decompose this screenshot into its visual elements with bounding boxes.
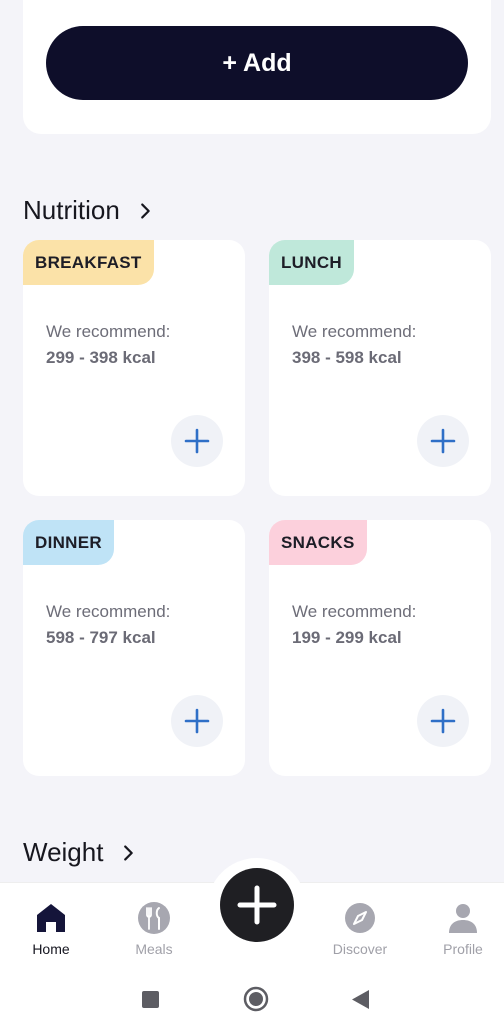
plus-icon (430, 708, 456, 734)
add-dinner-button[interactable] (171, 695, 223, 747)
plus-icon (237, 885, 277, 925)
recommend-label: We recommend: (46, 602, 171, 621)
kcal-range: 199 - 299 kcal (292, 628, 402, 647)
meal-card-breakfast[interactable]: BREAKFAST We recommend: 299 - 398 kcal (23, 240, 245, 496)
nav-meals-label: Meals (135, 941, 173, 957)
back-button[interactable] (352, 990, 370, 1014)
compass-icon (343, 901, 377, 935)
nav-profile-label: Profile (443, 941, 483, 957)
plus-icon (430, 428, 456, 454)
user-icon (446, 901, 480, 935)
nutrition-title: Nutrition (23, 195, 120, 225)
recents-button[interactable] (142, 991, 159, 1013)
kcal-range: 299 - 398 kcal (46, 348, 156, 367)
add-snacks-button[interactable] (417, 695, 469, 747)
meal-tag: SNACKS (269, 520, 367, 565)
nav-meals[interactable]: Meals (109, 901, 199, 957)
add-lunch-button[interactable] (417, 415, 469, 467)
nav-home[interactable]: Home (6, 901, 96, 957)
home-icon (34, 901, 68, 935)
meal-card-dinner[interactable]: DINNER We recommend: 598 - 797 kcal (23, 520, 245, 776)
meal-card-lunch[interactable]: LUNCH We recommend: 398 - 598 kcal (269, 240, 491, 496)
triangle-back-icon (352, 990, 369, 1009)
recommend-label: We recommend: (292, 602, 417, 621)
kcal-range: 598 - 797 kcal (46, 628, 156, 647)
nav-discover-label: Discover (332, 941, 388, 957)
add-button[interactable]: + Add (46, 26, 468, 100)
home-system-button[interactable] (243, 986, 269, 1017)
nav-profile[interactable]: Profile (418, 901, 504, 957)
meal-card-snacks[interactable]: SNACKS We recommend: 199 - 299 kcal (269, 520, 491, 776)
quick-add-button[interactable] (220, 868, 294, 942)
meal-tag: LUNCH (269, 240, 354, 285)
meal-tag: DINNER (23, 520, 114, 565)
chevron-right-icon (124, 844, 134, 861)
utensils-icon (137, 901, 171, 935)
add-card: + Add (23, 0, 491, 134)
recommend-label: We recommend: (292, 322, 417, 341)
plus-icon (184, 428, 210, 454)
system-navigation-bar (0, 966, 504, 1024)
square-icon (142, 991, 159, 1008)
plus-icon (184, 708, 210, 734)
weight-title: Weight (23, 837, 104, 867)
recommend-label: We recommend: (46, 322, 171, 341)
add-breakfast-button[interactable] (171, 415, 223, 467)
weight-header[interactable]: Weight (23, 837, 139, 868)
nav-discover[interactable]: Discover (315, 901, 405, 957)
kcal-range: 398 - 598 kcal (292, 348, 402, 367)
meal-tag: BREAKFAST (23, 240, 154, 285)
nav-home-label: Home (32, 941, 70, 957)
nutrition-header[interactable]: Nutrition (23, 195, 156, 226)
circle-icon (243, 986, 269, 1012)
chevron-right-icon (140, 202, 150, 219)
